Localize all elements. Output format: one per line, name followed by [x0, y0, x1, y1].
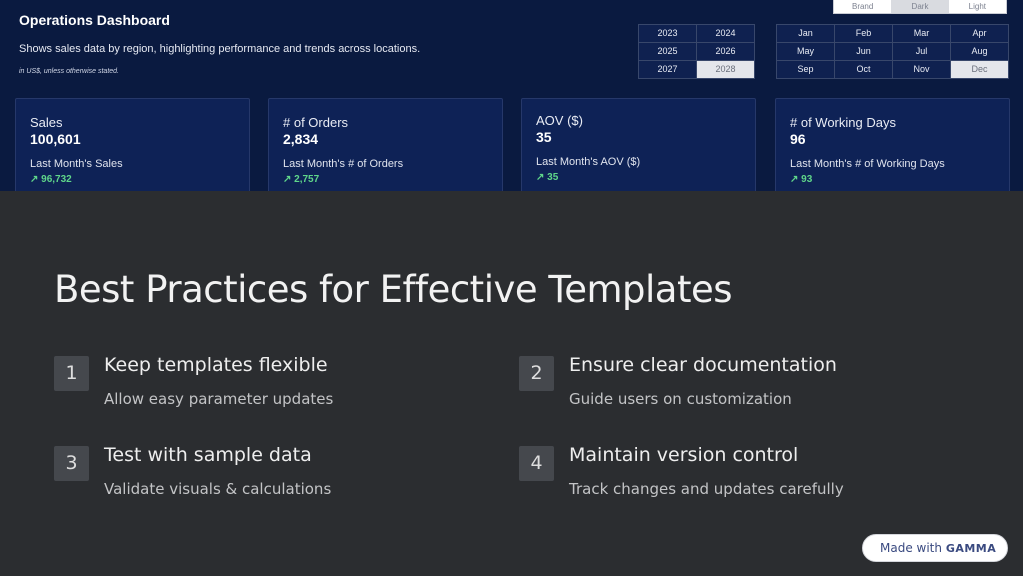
year-selector: 2023 2024 2025 2026 2027 2028 [638, 24, 755, 79]
month-option[interactable]: Aug [951, 43, 1008, 60]
kpi-card-aov: AOV ($) 35 Last Month's AOV ($) ↗ 35 [521, 98, 756, 191]
month-option[interactable]: May [777, 43, 834, 60]
year-option[interactable]: 2023 [639, 25, 696, 42]
month-option[interactable]: Mar [893, 25, 950, 42]
kpi-card-orders: # of Orders 2,834 Last Month's # of Orde… [268, 98, 503, 191]
kpi-value: 2,834 [283, 131, 319, 147]
dashboard-title: Operations Dashboard [19, 12, 170, 28]
month-option[interactable]: Jan [777, 25, 834, 42]
theme-option-light[interactable]: Light [949, 0, 1006, 13]
dashboard-currency-note: in US$, unless otherwise stated. [19, 68, 119, 75]
practice-item: 2 Ensure clear documentation Guide users… [519, 354, 939, 416]
theme-option-dark[interactable]: Dark [891, 0, 949, 13]
practice-title: Keep templates flexible [104, 354, 328, 376]
gamma-logo: GAMMA [945, 542, 997, 555]
month-selector: Jan Feb Mar Apr May Jun Jul Aug Sep Oct … [776, 24, 1009, 79]
dashboard-description: Shows sales data by region, highlighting… [19, 43, 421, 55]
kpi-trend: ↗ 93 [790, 174, 813, 185]
theme-option-brand[interactable]: Brand [834, 0, 891, 13]
month-option[interactable]: Jul [893, 43, 950, 60]
kpi-card-sales: Sales 100,601 Last Month's Sales ↗ 96,73… [15, 98, 250, 191]
kpi-value: 35 [536, 129, 552, 145]
kpi-trend: ↗ 96,732 [30, 174, 72, 185]
practice-description: Track changes and updates carefully [569, 480, 844, 498]
slide-heading: Best Practices for Effective Templates [54, 268, 733, 311]
month-option[interactable]: Sep [777, 61, 834, 78]
month-option[interactable]: Nov [893, 61, 950, 78]
practice-number: 1 [54, 356, 89, 391]
month-option-selected[interactable]: Dec [951, 61, 1008, 78]
practice-description: Guide users on customization [569, 390, 792, 408]
kpi-trend: ↗ 35 [536, 172, 559, 183]
practice-number: 4 [519, 446, 554, 481]
kpi-comparison-label: Last Month's # of Orders [283, 158, 404, 170]
kpi-comparison-label: Last Month's AOV ($) [536, 156, 641, 168]
practice-title: Maintain version control [569, 444, 799, 466]
kpi-value: 96 [790, 131, 806, 147]
year-option[interactable]: 2026 [697, 43, 754, 60]
practice-item: 4 Maintain version control Track changes… [519, 444, 939, 506]
practice-title: Ensure clear documentation [569, 354, 837, 376]
theme-toggle: Brand Dark Light [833, 0, 1007, 14]
practice-description: Allow easy parameter updates [104, 390, 334, 408]
kpi-label: AOV ($) [536, 113, 583, 128]
practice-title: Test with sample data [104, 444, 312, 466]
kpi-comparison-label: Last Month's Sales [30, 158, 123, 170]
month-option[interactable]: Apr [951, 25, 1008, 42]
kpi-label: # of Working Days [790, 115, 896, 130]
practice-item: 1 Keep templates flexible Allow easy par… [54, 354, 474, 416]
month-option[interactable]: Oct [835, 61, 892, 78]
kpi-card-working-days: # of Working Days 96 Last Month's # of W… [775, 98, 1010, 191]
kpi-label: Sales [30, 115, 63, 130]
made-with-gamma-badge[interactable]: Made with GAMMA [862, 534, 1008, 562]
year-option-selected[interactable]: 2028 [697, 61, 754, 78]
year-option[interactable]: 2024 [697, 25, 754, 42]
kpi-trend: ↗ 2,757 [283, 174, 320, 185]
kpi-comparison-label: Last Month's # of Working Days [790, 158, 945, 170]
practice-description: Validate visuals & calculations [104, 480, 332, 498]
dashboard-screenshot: Operations Dashboard Shows sales data by… [0, 0, 1023, 191]
month-option[interactable]: Feb [835, 25, 892, 42]
kpi-label: # of Orders [283, 115, 349, 130]
year-option[interactable]: 2025 [639, 43, 696, 60]
kpi-value: 100,601 [30, 131, 81, 147]
badge-prefix: Made with [880, 541, 942, 555]
practice-number: 2 [519, 356, 554, 391]
month-option[interactable]: Jun [835, 43, 892, 60]
year-option[interactable]: 2027 [639, 61, 696, 78]
practice-item: 3 Test with sample data Validate visuals… [54, 444, 474, 506]
practice-number: 3 [54, 446, 89, 481]
